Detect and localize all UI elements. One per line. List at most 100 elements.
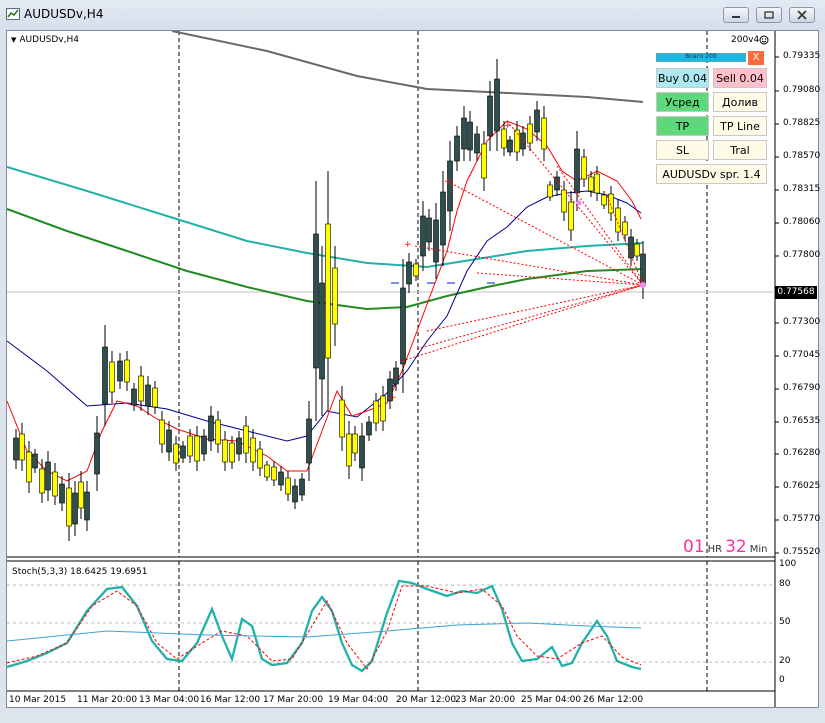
time-label: 20 Mar 12:00 — [396, 695, 457, 705]
buy-button[interactable]: Buy 0.04 — [656, 68, 709, 88]
bullish-candle — [187, 435, 193, 457]
stochastic-label: Stoch(5,3,3) 18.6425 19.6951 — [12, 567, 148, 577]
bearish-candle — [534, 109, 540, 133]
bullish-candle — [250, 437, 256, 463]
tp-button[interactable]: TP — [656, 116, 709, 136]
panel-close-button[interactable]: X — [748, 51, 764, 65]
bullish-candle — [527, 123, 533, 144]
sl-button[interactable]: SL — [656, 140, 709, 160]
trade-arrow: + — [504, 121, 512, 131]
bullish-candle — [568, 201, 574, 231]
bearish-candle — [574, 148, 580, 194]
price-tick-label: 0.75770 — [783, 514, 821, 524]
bearish-candle — [94, 432, 100, 475]
bullish-candle — [481, 143, 487, 179]
bearish-candle — [433, 219, 439, 263]
time-label: 16 Mar 12:00 — [200, 695, 261, 705]
trail-button[interactable]: Tral — [713, 140, 767, 160]
minimize-icon — [732, 16, 740, 18]
window-title: AUDUSDv,H4 — [24, 7, 104, 21]
progress-label: Всего 200 — [685, 53, 717, 60]
timer-hr-unit: HR — [707, 544, 723, 555]
ma-cyan-line — [7, 166, 644, 269]
time-label: 11 Mar 20:00 — [77, 695, 138, 705]
trade-line — [401, 284, 644, 362]
bullish-candle — [325, 223, 331, 359]
bearish-candle — [319, 282, 325, 380]
close-icon — [797, 10, 807, 20]
time-label: 19 Mar 04:00 — [328, 695, 389, 705]
minimize-button[interactable] — [723, 7, 749, 23]
bar-timer: 01 HR 32 Min — [683, 537, 768, 557]
stoch-tick-label: 20 — [779, 656, 791, 666]
price-tick-label: 0.75520 — [783, 547, 821, 557]
tp-line-button[interactable]: TP Line — [713, 116, 767, 136]
bullish-candle — [332, 267, 338, 325]
sell-button[interactable]: Sell 0.04 — [713, 68, 767, 88]
bearish-candle — [454, 135, 460, 162]
bearish-candle — [117, 360, 123, 382]
bullish-candle — [373, 400, 379, 424]
bearish-candle — [208, 415, 214, 442]
time-label: 17 Mar 20:00 — [263, 695, 324, 705]
bullish-candle — [152, 387, 158, 408]
bearish-candle — [306, 418, 312, 464]
stoch-tick-label: 80 — [779, 579, 791, 589]
bullish-candle — [271, 466, 277, 481]
bearish-candle — [292, 485, 298, 503]
bearish-candle — [45, 461, 51, 491]
bearish-candle — [201, 435, 207, 455]
bearish-candle — [467, 121, 473, 151]
bullish-candle — [215, 419, 221, 445]
maximize-icon — [764, 11, 774, 19]
time-label: 23 Mar 20:00 — [455, 695, 516, 705]
price-tick-label: 0.77800 — [783, 250, 821, 260]
average-button[interactable]: Усред — [656, 92, 709, 112]
price-tick-label: 0.78825 — [783, 118, 821, 128]
stoch-main-line — [7, 579, 642, 673]
entry-marker — [576, 200, 582, 206]
bearish-candle — [461, 117, 467, 150]
price-tick-label: 0.78060 — [783, 217, 821, 227]
bearish-candle — [236, 437, 242, 455]
maximize-button[interactable] — [756, 7, 782, 23]
time-label: 26 Mar 12:00 — [583, 695, 644, 705]
close-window-button[interactable] — [789, 7, 815, 23]
bullish-candle — [514, 129, 520, 153]
stoch-tick-label: 50 — [779, 617, 791, 627]
bullish-candle — [561, 189, 567, 213]
refill-button[interactable]: Долив — [713, 92, 767, 112]
bearish-candle — [32, 453, 38, 469]
bullish-candle — [173, 443, 179, 464]
entry-marker — [640, 282, 646, 288]
bullish-candle — [19, 433, 25, 461]
bearish-candle — [145, 384, 151, 407]
time-label: 25 Mar 04:00 — [521, 695, 582, 705]
trade-arrow: + — [444, 177, 452, 187]
window-titlebar: AUDUSDv,H4 — [0, 0, 825, 30]
timer-hours: 01 — [683, 537, 705, 557]
ma-green-line — [7, 208, 644, 311]
bullish-candle — [501, 128, 507, 149]
bullish-candle — [541, 117, 547, 150]
trade-line — [506, 120, 644, 286]
bullish-candle — [52, 471, 58, 497]
bearish-candle — [426, 217, 432, 243]
bullish-candle — [222, 439, 228, 463]
bearish-candle — [359, 435, 365, 469]
time-label: 13 Mar 04:00 — [139, 695, 200, 705]
bearish-candle — [420, 215, 426, 257]
bullish-candle — [601, 194, 607, 206]
chart-collapse-icon: ▼ — [11, 36, 17, 44]
price-tick-label: 0.76280 — [783, 448, 821, 458]
trade-arrow: + — [389, 393, 397, 403]
bearish-candle — [299, 478, 305, 496]
bearish-candle — [278, 471, 284, 486]
chart-frame[interactable]: + + + + ▼ AUDUSDv,H4 Stoch(5,3,3) 18.6425 19… — [6, 30, 821, 708]
bearish-candle — [102, 346, 108, 405]
bullish-candle — [413, 263, 419, 277]
bullish-candle — [26, 451, 32, 483]
price-tick-label: 0.76025 — [783, 481, 821, 491]
timer-min-unit: Min — [749, 544, 768, 555]
bullish-candle — [243, 425, 249, 454]
